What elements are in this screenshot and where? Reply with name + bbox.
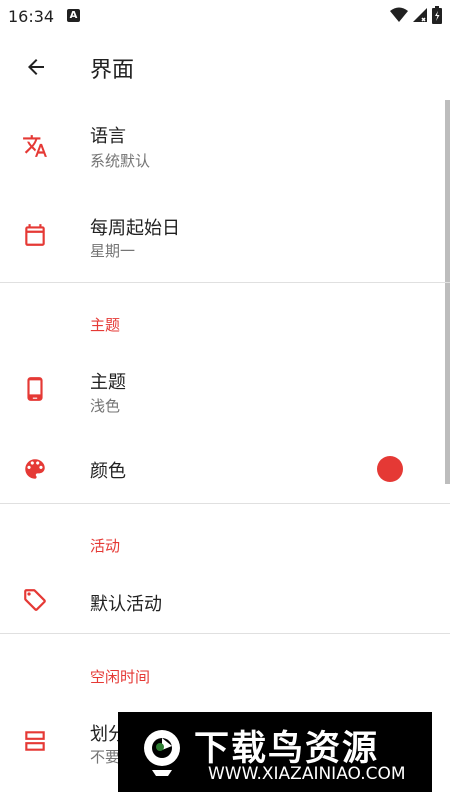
first-day-value: 星期一 [90, 242, 136, 260]
status-bar: 16:34 A [0, 0, 450, 34]
tag-icon [22, 587, 48, 613]
wifi-icon [390, 7, 408, 22]
app-bar: 界面 [0, 34, 450, 100]
section-header-idle: 空闲时间 [90, 668, 151, 686]
theme-value: 浅色 [90, 397, 121, 415]
color-setting[interactable]: 颜色 [0, 440, 444, 500]
first-day-title: 每周起始日 [90, 218, 180, 239]
notification-icon: A [67, 9, 80, 22]
default-activity-setting[interactable]: 默认活动 [0, 570, 444, 632]
palette-icon [22, 456, 48, 482]
section-header-theme: 主题 [90, 316, 121, 334]
back-button[interactable] [18, 49, 54, 85]
language-value: 系统默认 [90, 152, 151, 170]
split-value: 不要 [90, 748, 121, 766]
color-title: 颜色 [90, 461, 126, 482]
divider [0, 633, 450, 634]
page-title: 界面 [90, 58, 135, 83]
watermark-banner: 下载鸟资源 WWW.XIAZAINIAO.COM [118, 712, 432, 792]
translate-icon [22, 133, 48, 159]
scrollbar[interactable] [445, 100, 450, 484]
divider [0, 503, 450, 504]
battery-icon [432, 6, 442, 24]
divider [0, 282, 450, 283]
phone-icon [22, 376, 48, 402]
language-title: 语言 [90, 126, 126, 147]
calendar-icon [22, 222, 48, 248]
section-header-activity: 活动 [90, 537, 121, 555]
bird-logo-icon [144, 730, 180, 776]
theme-title: 主题 [90, 372, 126, 393]
language-setting[interactable]: 语言 系统默认 [0, 110, 444, 202]
arrow-back-icon [28, 59, 44, 75]
color-swatch[interactable] [377, 456, 403, 482]
theme-setting[interactable]: 主题 浅色 [0, 352, 444, 432]
status-time: 16:34 [8, 7, 55, 26]
watermark-url: WWW.XIAZAINIAO.COM [208, 764, 406, 784]
first-day-setting[interactable]: 每周起始日 星期一 [0, 202, 444, 282]
signal-icon [413, 8, 427, 22]
split-view-icon [22, 728, 48, 754]
default-activity-title: 默认活动 [90, 594, 162, 615]
status-icons [390, 6, 442, 24]
